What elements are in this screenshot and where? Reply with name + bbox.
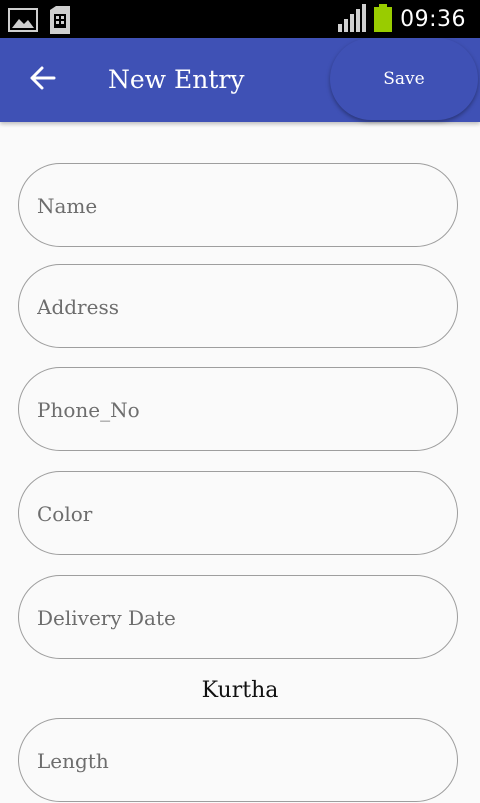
status-bar: 09:36 bbox=[0, 0, 480, 38]
sim-card-icon bbox=[48, 6, 72, 38]
color-field[interactable] bbox=[18, 471, 458, 556]
address-field[interactable] bbox=[18, 264, 458, 349]
arrow-back-icon bbox=[28, 64, 56, 96]
delivery-date-input[interactable] bbox=[35, 576, 439, 660]
phone-input[interactable] bbox=[35, 368, 439, 452]
image-notification-icon bbox=[8, 8, 38, 36]
save-button-label: Save bbox=[383, 69, 425, 89]
save-button[interactable]: Save bbox=[330, 38, 478, 120]
clock: 09:36 bbox=[400, 7, 466, 32]
section-title-kurtha: Kurtha bbox=[201, 678, 279, 703]
phone-field[interactable] bbox=[18, 367, 458, 452]
page-title: New Entry bbox=[108, 65, 245, 94]
app-bar: New Entry Save bbox=[0, 38, 480, 122]
signal-icon bbox=[336, 4, 367, 36]
battery-icon bbox=[374, 4, 393, 36]
delivery-date-field[interactable] bbox=[18, 575, 458, 660]
color-input[interactable] bbox=[35, 472, 439, 556]
address-input[interactable] bbox=[35, 265, 439, 349]
length-field[interactable] bbox=[18, 718, 458, 803]
length-input[interactable] bbox=[35, 719, 439, 803]
name-field[interactable] bbox=[18, 163, 458, 248]
back-button[interactable] bbox=[22, 62, 62, 98]
name-input[interactable] bbox=[35, 164, 439, 248]
